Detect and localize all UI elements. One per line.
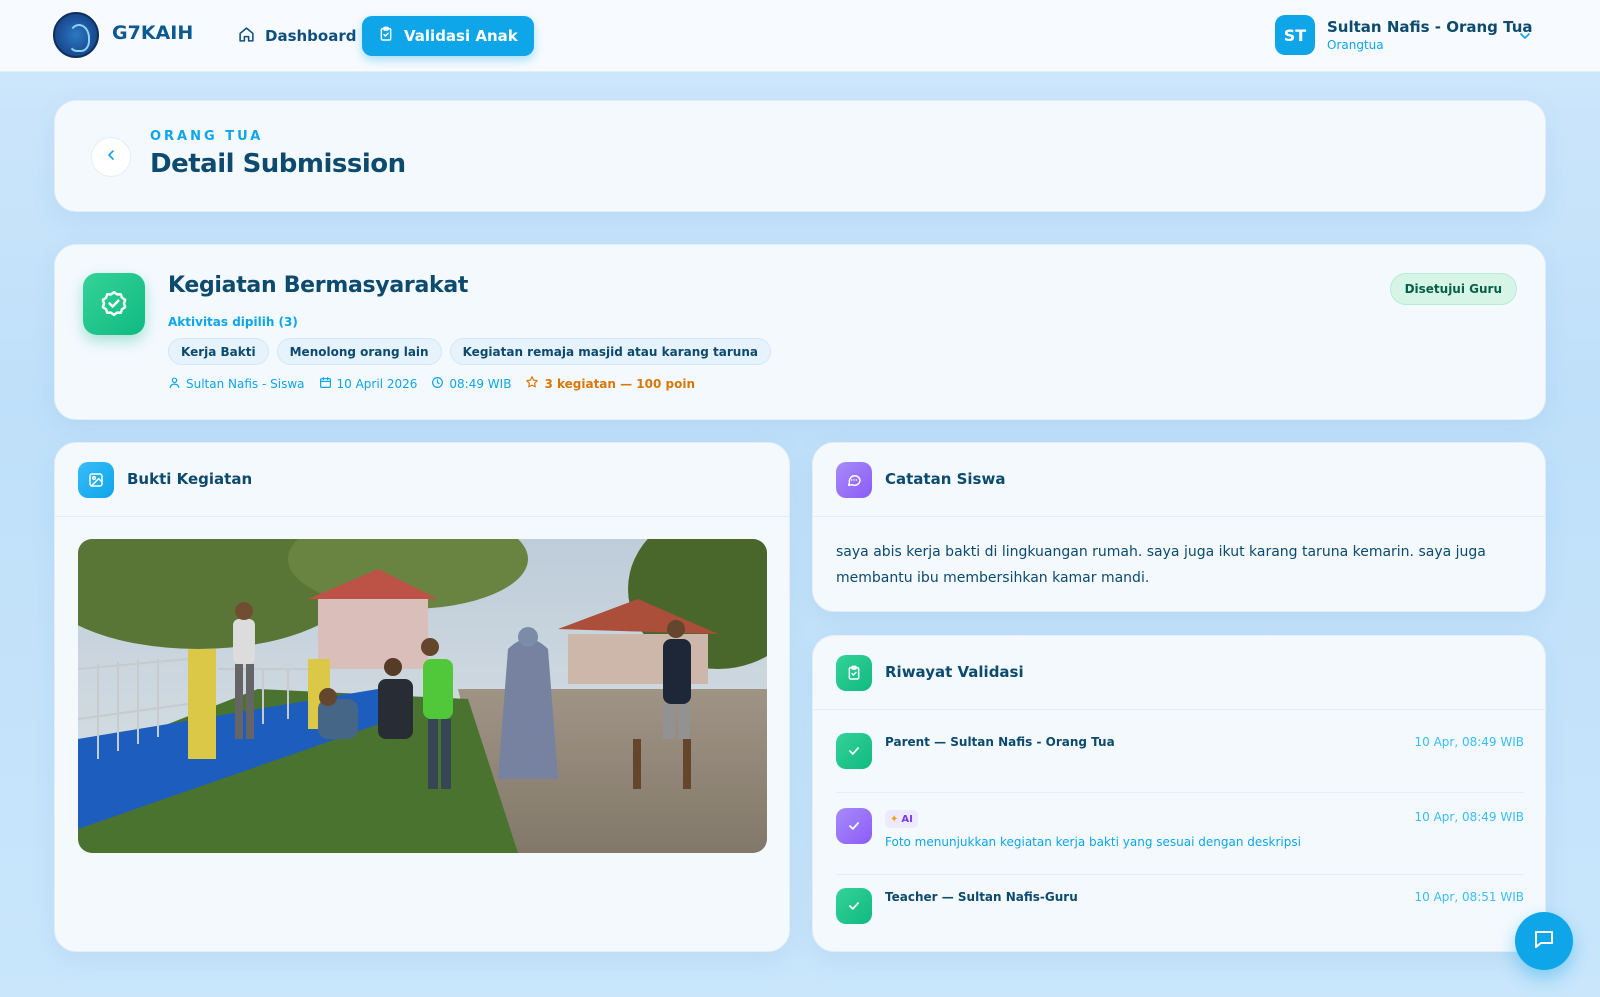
- evidence-photo[interactable]: [78, 539, 767, 853]
- activity-chips: Kerja Bakti Menolong orang lain Kegiatan…: [168, 338, 771, 365]
- timeline-title: Teacher — Sultan Nafis-Guru: [885, 890, 1078, 904]
- timeline-title: Parent — Sultan Nafis - Orang Tua: [885, 735, 1115, 749]
- page-header-card: ORANG TUA Detail Submission: [54, 100, 1546, 212]
- student-name: Sultan Nafis - Siswa: [186, 376, 305, 391]
- selected-activities-label: Aktivitas dipilih (3): [168, 315, 298, 329]
- image-icon: [78, 462, 114, 498]
- clipboard-check-icon: [378, 26, 394, 46]
- note-header: Catatan Siswa: [813, 443, 1545, 517]
- submission-time: 08:49 WIB: [449, 376, 512, 391]
- clipboard-check-icon: [836, 655, 872, 691]
- badge-check-icon: [83, 273, 145, 335]
- chevron-down-icon[interactable]: [1517, 28, 1533, 48]
- timeline-time: 10 Apr, 08:49 WIB: [1414, 810, 1524, 824]
- timeline-item: Teacher — Sultan Nafis-Guru 10 Apr, 08:5…: [836, 888, 1524, 928]
- user-menu[interactable]: ST Sultan Nafis - Orang Tua Orangtua: [1275, 15, 1533, 55]
- user-icon: [168, 376, 181, 392]
- nav-dashboard[interactable]: Dashboard: [222, 16, 372, 56]
- note-title: Catatan Siswa: [885, 470, 1006, 488]
- back-button[interactable]: [91, 137, 131, 177]
- sparkle-icon: ✦: [890, 813, 899, 825]
- avatar: ST: [1275, 15, 1315, 55]
- timeline-description: Foto menunjukkan kegiatan kerja bakti ya…: [885, 835, 1301, 849]
- nav-validasi-label: Validasi Anak: [404, 27, 518, 45]
- page-title: Detail Submission: [150, 149, 406, 179]
- calendar-icon: [319, 376, 332, 392]
- activity-chip: Menolong orang lain: [276, 338, 442, 365]
- submission-date: 10 April 2026: [336, 376, 418, 391]
- check-icon: [836, 733, 872, 769]
- ai-badge-label: AI: [901, 813, 913, 825]
- check-icon: [836, 808, 872, 844]
- logo-emblem[interactable]: [53, 12, 99, 58]
- timeline-item: ✦ AI Foto menunjukkan kegiatan kerja bak…: [836, 808, 1524, 875]
- chevron-left-icon: [103, 147, 119, 167]
- activity-chip: Kegiatan remaja masjid atau karang tarun…: [449, 338, 771, 365]
- timeline-time: 10 Apr, 08:51 WIB: [1414, 890, 1524, 904]
- chat-icon: [1532, 927, 1556, 955]
- user-role: Orangtua: [1327, 38, 1384, 52]
- validation-history-card: Riwayat Validasi Parent — Sultan Nafis -…: [812, 635, 1546, 952]
- points-summary: 3 kegiatan — 100 poin: [544, 376, 696, 391]
- history-header: Riwayat Validasi: [813, 636, 1545, 710]
- user-name: Sultan Nafis - Orang Tua: [1327, 18, 1533, 36]
- star-icon: [525, 375, 539, 392]
- check-icon: [836, 888, 872, 924]
- timeline-item: Parent — Sultan Nafis - Orang Tua 10 Apr…: [836, 733, 1524, 793]
- history-title: Riwayat Validasi: [885, 663, 1024, 681]
- brand-name[interactable]: G7KAIH: [112, 22, 193, 44]
- timeline-time: 10 Apr, 08:49 WIB: [1414, 735, 1524, 749]
- activity-chip: Kerja Bakti: [168, 338, 269, 365]
- activity-title: Kegiatan Bermasyarakat: [168, 273, 469, 298]
- clock-icon: [431, 376, 444, 392]
- ai-badge: ✦ AI: [885, 810, 918, 828]
- status-badge: Disetujui Guru: [1389, 273, 1517, 305]
- activity-meta: Sultan Nafis - Siswa 10 April 2026 08:49…: [168, 375, 695, 392]
- home-icon: [238, 26, 255, 47]
- student-note-card: Catatan Siswa saya abis kerja bakti di l…: [812, 442, 1546, 612]
- nav-validasi-anak[interactable]: Validasi Anak: [362, 16, 534, 56]
- nav-dashboard-label: Dashboard: [265, 27, 357, 45]
- top-navbar: G7KAIH Dashboard Validasi Anak ST Sultan…: [0, 0, 1600, 72]
- activity-summary-card: Kegiatan Bermasyarakat Aktivitas dipilih…: [54, 244, 1546, 420]
- message-icon: [836, 462, 872, 498]
- evidence-card: Bukti Kegiatan: [54, 442, 790, 952]
- evidence-header: Bukti Kegiatan: [55, 443, 789, 517]
- chat-button[interactable]: [1515, 912, 1573, 970]
- evidence-title: Bukti Kegiatan: [127, 470, 253, 488]
- page-overline: ORANG TUA: [150, 129, 264, 144]
- note-text: saya abis kerja bakti di lingkuangan rum…: [836, 544, 1486, 586]
